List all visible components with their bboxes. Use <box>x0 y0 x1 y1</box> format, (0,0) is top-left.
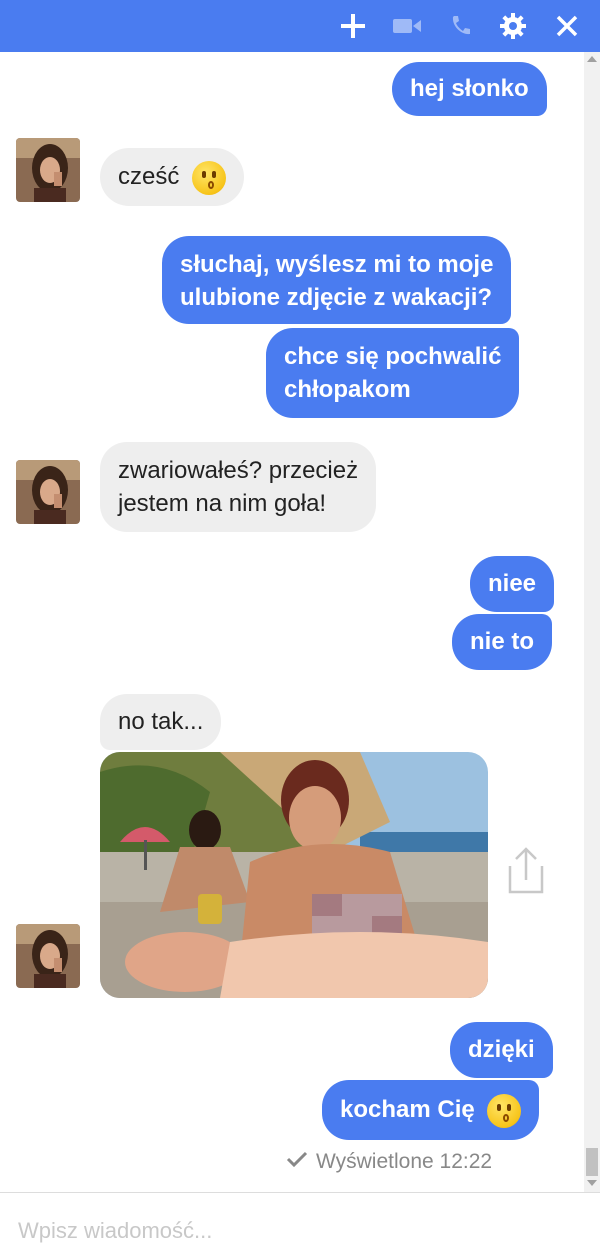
close-icon[interactable] <box>550 9 584 43</box>
message-outgoing: nie to <box>452 614 552 670</box>
avatar[interactable] <box>16 924 80 988</box>
message-incoming: zwariowałeś? przecież jestem na nim goła… <box>100 442 377 532</box>
message-outgoing: chce się pochwalić chłopakom <box>266 328 520 418</box>
message-outgoing: kocham Cię <box>322 1080 540 1140</box>
avatar[interactable] <box>16 138 80 202</box>
message-text: dzięki <box>468 1036 535 1063</box>
scroll-down-arrow[interactable] <box>587 1180 597 1186</box>
message-line: zwariowałeś? przecież <box>118 457 359 484</box>
gear-icon[interactable] <box>496 9 530 43</box>
message-incoming: no tak... <box>100 694 222 750</box>
plus-icon[interactable] <box>336 9 370 43</box>
message-text: nie to <box>470 628 534 655</box>
checkmark-icon <box>286 1150 308 1174</box>
message-line: chce się pochwalić <box>284 343 502 370</box>
message-line: chłopakom <box>284 376 411 403</box>
message-text: cześć <box>118 163 180 190</box>
message-text: no tak... <box>118 708 204 735</box>
photo-attachment[interactable] <box>100 752 488 998</box>
message-outgoing: hej słonko <box>392 62 547 116</box>
message-text: kocham Cię <box>340 1096 475 1123</box>
scrollbar[interactable] <box>584 52 600 1192</box>
message-outgoing: niee <box>470 556 555 612</box>
seen-status: Wyświetlone 12:22 <box>286 1150 492 1174</box>
message-outgoing: słuchaj, wyślesz mi to moje ulubione zdj… <box>162 236 512 324</box>
message-incoming: cześć <box>100 148 245 206</box>
phone-icon[interactable] <box>444 9 478 43</box>
message-text: niee <box>488 570 537 597</box>
message-outgoing: dzięki <box>450 1022 553 1078</box>
scroll-up-arrow[interactable] <box>587 56 597 62</box>
kissing-face-icon <box>487 1093 522 1128</box>
message-composer <box>0 1192 600 1247</box>
scrollbar-thumb[interactable] <box>586 1148 598 1176</box>
kissing-face-icon <box>192 160 227 195</box>
share-icon[interactable] <box>506 846 546 901</box>
chat-header <box>0 0 600 52</box>
message-input[interactable] <box>16 1215 580 1247</box>
message-line: ulubione zdjęcie z wakacji? <box>180 284 493 311</box>
message-line: jestem na nim goła! <box>118 490 327 517</box>
seen-text: Wyświetlone 12:22 <box>316 1150 493 1173</box>
message-text: hej słonko <box>410 75 529 102</box>
message-line: słuchaj, wyślesz mi to moje <box>180 251 494 278</box>
video-icon[interactable] <box>390 9 424 43</box>
avatar[interactable] <box>16 460 80 524</box>
